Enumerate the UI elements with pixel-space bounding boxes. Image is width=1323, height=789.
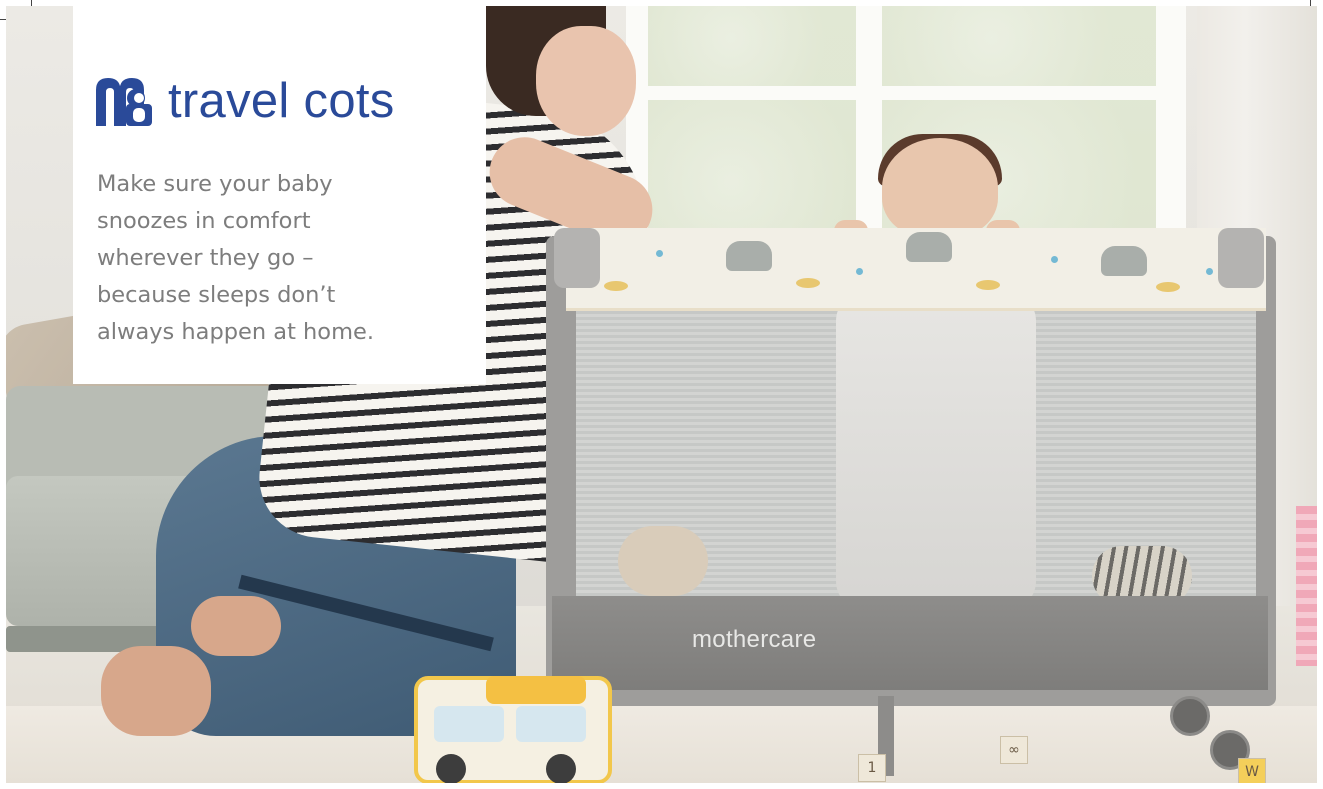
- cot-brand-label: mothercare: [692, 626, 817, 653]
- promo-body-text: Make sure your baby snoozes in comfort w…: [97, 171, 374, 345]
- baby-sleepsuit: [836, 291, 1036, 611]
- promo-text-card: travel cots Make sure your baby snoozes …: [73, 6, 486, 384]
- teddy-toy: [618, 526, 708, 596]
- woman-face: [536, 26, 636, 136]
- cot-corner-left: [554, 228, 600, 288]
- woman-foot: [191, 596, 281, 656]
- headline-row: travel cots: [96, 76, 395, 126]
- cot-wheel: [1170, 696, 1210, 736]
- toy-block: ∞: [1000, 736, 1028, 764]
- toy-block: W: [1238, 758, 1266, 783]
- toy-block: 1: [858, 754, 886, 782]
- mothercare-logo-icon: [96, 76, 156, 126]
- cot-corner-right: [1218, 228, 1264, 288]
- page-title: travel cots: [168, 74, 395, 128]
- baby-head: [882, 138, 998, 238]
- woman-foot: [101, 646, 211, 736]
- travel-cot-base-panel: [552, 596, 1268, 690]
- pink-blanket: [1296, 506, 1317, 666]
